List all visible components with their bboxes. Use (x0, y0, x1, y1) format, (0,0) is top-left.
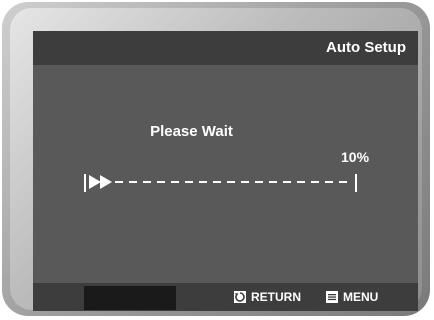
return-button[interactable]: RETURN (234, 289, 301, 305)
bottom-bar: RETURN MENU (33, 283, 418, 311)
fast-forward-icon (89, 175, 112, 189)
info-box (84, 286, 176, 310)
progress-end-marker (355, 174, 357, 192)
progress-start-marker (84, 174, 86, 192)
status-message: Please Wait (150, 123, 233, 140)
menu-icon (326, 291, 338, 303)
return-arrow-icon (234, 291, 246, 303)
progress-percent: 10% (341, 149, 370, 165)
menu-button[interactable]: MENU (326, 289, 378, 305)
title-bar: Auto Setup (33, 31, 418, 65)
osd-screen: Auto Setup Please Wait 10% RETURN MENU (33, 31, 418, 311)
menu-label: MENU (343, 290, 379, 304)
page-title: Auto Setup (326, 39, 406, 56)
progress-track (115, 181, 353, 183)
return-label: RETURN (251, 290, 301, 304)
